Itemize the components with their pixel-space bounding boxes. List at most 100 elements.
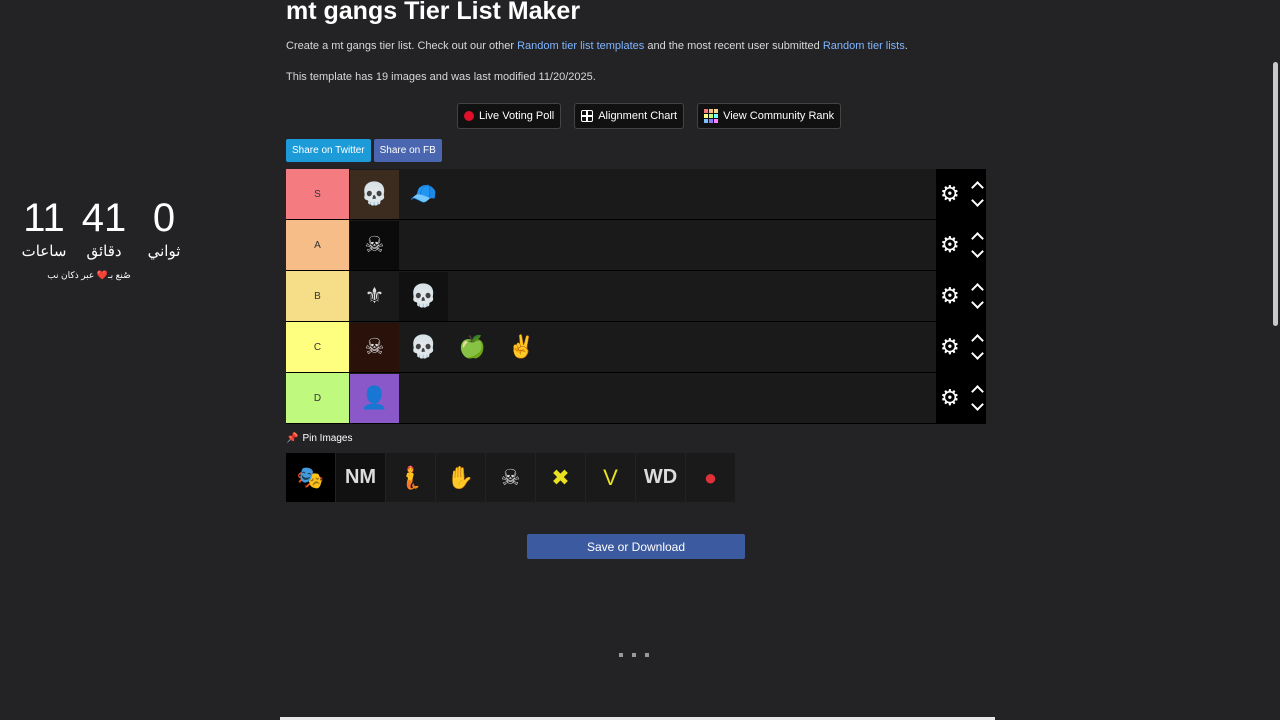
mask-image[interactable]: mask-image🎭	[286, 453, 335, 502]
scrollbar-thumb[interactable]	[1273, 62, 1278, 326]
tier-label[interactable]: S	[286, 169, 349, 219]
chevron-up-icon[interactable]	[971, 283, 984, 296]
intro-suffix: .	[904, 40, 908, 52]
skull-logo[interactable]: skull-logo💀	[399, 271, 448, 321]
share-fb-button[interactable]: Share on FB	[373, 139, 442, 162]
intro-text: Create a mt gangs tier list. Check out o…	[286, 40, 908, 52]
seconds-value: 0	[152, 196, 176, 240]
trickster-logo[interactable]: trickster-logo✖	[536, 453, 585, 502]
tier-move-arrows	[971, 333, 984, 361]
pin-images-label: Pin Images	[302, 433, 353, 444]
tier-label[interactable]: A	[286, 220, 349, 270]
hours-label: ساعات	[21, 243, 67, 260]
view-community-rank-label: View Community Rank	[723, 110, 835, 122]
nm-logo[interactable]: nm-logoNM	[336, 453, 385, 502]
tier-items-dropzone[interactable]: gang-logo☠	[349, 220, 936, 270]
minutes-label: دقائق	[86, 243, 122, 260]
intro-middle: and the most recent user submitted	[644, 40, 823, 52]
red-logo[interactable]: red-logo●	[686, 453, 735, 502]
blue-skull-logo[interactable]: blue-skull-logo💀	[399, 322, 448, 372]
loading-dot	[619, 653, 623, 657]
pin-icon: 📌	[286, 433, 299, 444]
chevron-down-icon[interactable]	[971, 296, 984, 309]
wd-logo[interactable]: wd-logoWD	[636, 453, 685, 502]
hand-logo[interactable]: hand-logo✋	[436, 453, 485, 502]
chevron-down-icon[interactable]	[971, 194, 984, 207]
shadow-logo[interactable]: shadow-logo✌	[497, 322, 546, 372]
gear-icon[interactable]: ⚙	[940, 285, 960, 307]
record-icon	[464, 111, 474, 121]
tier-grid-icon	[704, 109, 719, 123]
hours-value: 11	[23, 196, 65, 240]
purple-photo[interactable]: purple-photo👤	[350, 373, 399, 423]
tool-buttons: Live Voting Poll Alignment Chart View Co…	[457, 103, 842, 129]
intro-prefix: Create a mt gangs tier list. Check out o…	[286, 40, 518, 52]
share-buttons: Share on Twitter Share on FB	[286, 139, 442, 162]
chevron-down-icon[interactable]	[971, 245, 984, 258]
chevron-down-icon[interactable]	[971, 347, 984, 360]
green-gang-logo[interactable]: green-gang-logo🧢	[399, 169, 448, 219]
tier-controls: ⚙	[936, 220, 986, 270]
countdown-seconds: 0 ثواني	[134, 196, 194, 260]
loading-dot	[645, 653, 649, 657]
gear-icon[interactable]: ⚙	[940, 183, 960, 205]
tier-row: Bxlr-logo⚜skull-logo💀⚙	[286, 271, 986, 322]
tier-move-arrows	[971, 384, 984, 412]
page-scrollbar[interactable]	[1270, 0, 1280, 720]
alignment-chart-label: Alignment Chart	[598, 110, 678, 122]
gang-logo[interactable]: gang-logo☠	[350, 220, 399, 270]
tier-controls: ⚙	[936, 169, 986, 219]
gear-icon[interactable]: ⚙	[940, 234, 960, 256]
grim-reaper-logo[interactable]: grim-reaper-logo☠	[486, 453, 535, 502]
chevron-up-icon[interactable]	[971, 181, 984, 194]
mermaid-logo[interactable]: mermaid-logo🧜	[386, 453, 435, 502]
random-templates-link[interactable]: Random tier list templates	[517, 40, 644, 52]
chevron-up-icon[interactable]	[971, 385, 984, 398]
tier-row: C26-yard-logo☠blue-skull-logo💀green-appl…	[286, 322, 986, 373]
pin-images-toggle[interactable]: 📌 Pin Images	[286, 433, 352, 444]
page-title: mt gangs Tier List Maker	[286, 0, 581, 25]
vagos-logo[interactable]: vagos-logoV	[586, 453, 635, 502]
loading-dot	[632, 653, 636, 657]
gear-icon[interactable]: ⚙	[940, 387, 960, 409]
tier-items-dropzone[interactable]: xlr-logo⚜skull-logo💀	[349, 271, 936, 321]
template-meta: This template has 19 images and was last…	[286, 71, 596, 83]
26-yard-logo[interactable]: 26-yard-logo☠	[350, 322, 399, 372]
image-pool: mask-image🎭nm-logoNMmermaid-logo🧜hand-lo…	[286, 453, 735, 502]
tier-items-dropzone[interactable]: purple-photo👤	[349, 373, 936, 423]
chevron-down-icon[interactable]	[971, 398, 984, 411]
minutes-value: 41	[81, 196, 127, 240]
share-twitter-button[interactable]: Share on Twitter	[286, 139, 371, 162]
tier-label[interactable]: D	[286, 373, 349, 423]
loading-indicator	[619, 653, 649, 657]
save-download-button[interactable]: Save or Download	[527, 534, 745, 559]
countdown-widget: 11 ساعات 41 دقائق 0 ثواني صُنع بـ❤️ عبر …	[14, 196, 194, 281]
random-tier-lists-link[interactable]: Random tier lists	[823, 40, 905, 52]
chevron-up-icon[interactable]	[971, 334, 984, 347]
grid-icon	[581, 110, 594, 122]
seconds-label: ثواني	[147, 243, 181, 260]
tier-row: Agang-logo☠ ⚙	[286, 220, 986, 271]
countdown-hours: 11 ساعات	[14, 196, 74, 260]
tier-move-arrows	[971, 231, 984, 259]
alignment-chart-button[interactable]: Alignment Chart	[574, 103, 685, 129]
xlr-logo[interactable]: xlr-logo⚜	[350, 271, 399, 321]
skull-tree-logo[interactable]: skull-tree-logo💀	[350, 169, 399, 219]
tier-items-dropzone[interactable]: skull-tree-logo💀green-gang-logo🧢	[349, 169, 936, 219]
gear-icon[interactable]: ⚙	[940, 336, 960, 358]
tier-table: Sskull-tree-logo💀green-gang-logo🧢⚙Agang-…	[286, 169, 986, 424]
tier-row: Sskull-tree-logo💀green-gang-logo🧢⚙	[286, 169, 986, 220]
green-apple-logo[interactable]: green-apple-logo🍏	[448, 322, 497, 372]
live-voting-poll-button[interactable]: Live Voting Poll	[457, 103, 562, 129]
tier-label[interactable]: B	[286, 271, 349, 321]
chevron-up-icon[interactable]	[971, 232, 984, 245]
tier-controls: ⚙	[936, 322, 986, 372]
tier-items-dropzone[interactable]: 26-yard-logo☠blue-skull-logo💀green-apple…	[349, 322, 936, 372]
view-community-rank-button[interactable]: View Community Rank	[697, 103, 842, 129]
tier-controls: ⚙	[936, 373, 986, 423]
tier-move-arrows	[971, 180, 984, 208]
tier-controls: ⚙	[936, 271, 986, 321]
tier-label[interactable]: C	[286, 322, 349, 372]
live-voting-poll-label: Live Voting Poll	[479, 110, 555, 122]
tier-move-arrows	[971, 282, 984, 310]
